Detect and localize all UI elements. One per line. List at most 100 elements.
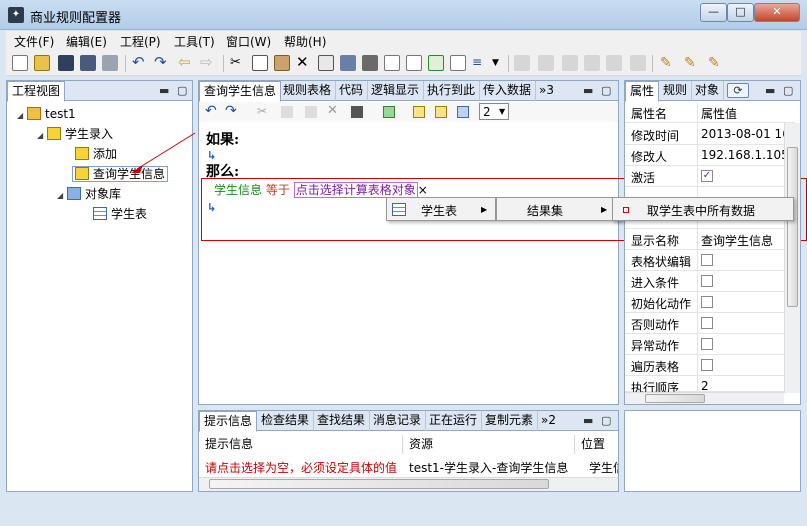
prop-row-traverse-table[interactable]: 遍历表格 [625, 355, 795, 376]
tab-input-data[interactable]: 传入数据 [479, 81, 537, 101]
exception-action-checkbox[interactable] [701, 338, 713, 350]
properties-horizontal-scrollbar[interactable] [625, 392, 784, 404]
menu-item-get-all-student-data[interactable]: 取学生表中所有数据 [647, 202, 755, 219]
table-edit-checkbox[interactable] [701, 254, 713, 266]
tab-objects[interactable]: 对象 [691, 81, 725, 101]
doc-check-icon[interactable] [406, 55, 422, 71]
messages-horizontal-scrollbar[interactable] [199, 477, 618, 491]
indent-icon[interactable]: ≡ [472, 55, 488, 71]
tab-copy-elements[interactable]: 复制元素 [481, 411, 539, 431]
prop-row-active[interactable]: 激活 ✓ [625, 166, 795, 187]
merge-icon[interactable] [630, 55, 646, 71]
tab-rule-table[interactable]: 规则表格 [279, 81, 337, 101]
scrollbar-thumb[interactable] [645, 394, 705, 403]
minimize-button[interactable]: — [700, 3, 727, 22]
prop-row-exec-order[interactable]: 执行顺序 2 [625, 376, 795, 395]
cut-icon[interactable]: ✂ [257, 104, 267, 118]
prop-row-table-edit[interactable]: 表格状编辑 [625, 250, 795, 271]
copy-icon[interactable] [252, 55, 268, 71]
entry-condition-checkbox[interactable] [701, 275, 713, 287]
tree-node-root[interactable]: ◢ test1 [17, 105, 76, 123]
minimize-panel-icon[interactable]: ▬ [583, 414, 593, 427]
cut-icon[interactable]: ✂ [230, 55, 246, 71]
tool-a-icon[interactable]: ✎ [660, 55, 676, 71]
minimize-panel-icon[interactable]: ▬ [583, 84, 593, 97]
maximize-panel-icon[interactable]: ▢ [783, 84, 793, 97]
column-header-message[interactable]: 提示信息 [199, 435, 403, 454]
message-cell[interactable]: 请点击选择为空，必须设定具体的值 [199, 459, 403, 477]
refresh-icon[interactable] [383, 106, 395, 118]
redo-icon[interactable]: ↷ [225, 103, 237, 119]
menu-edit[interactable]: 编辑(E) [66, 33, 107, 50]
properties-icon[interactable] [318, 55, 334, 71]
maximize-panel-icon[interactable]: ▢ [177, 84, 187, 97]
scrollbar-thumb[interactable] [209, 479, 549, 489]
level-dropdown[interactable]: 2 ▼ [479, 103, 509, 120]
save-icon[interactable] [58, 55, 74, 71]
minimize-panel-icon[interactable]: ▬ [159, 84, 169, 97]
tab-properties[interactable]: 属性 [625, 81, 660, 102]
refresh-icon[interactable] [428, 55, 444, 71]
tab-query-student[interactable]: 查询学生信息 [199, 81, 282, 102]
menu-project[interactable]: 工程(P) [120, 33, 161, 50]
compare-icon[interactable] [606, 55, 622, 71]
prop-row-modifier[interactable]: 修改人 192.168.1.105 [625, 145, 795, 166]
close-button[interactable]: ✕ [754, 3, 800, 22]
report-icon[interactable] [384, 55, 400, 71]
column-header-location[interactable]: 位置 [575, 435, 618, 454]
new-file-icon[interactable] [12, 55, 28, 71]
minimize-panel-icon[interactable]: ▬ [765, 84, 775, 97]
indent-dropdown-icon[interactable]: ▼ [492, 55, 508, 71]
tree-node-student-table[interactable]: 学生表 [93, 205, 147, 223]
page-list-icon[interactable] [435, 106, 447, 118]
tree-node-add[interactable]: 添加 [75, 145, 117, 163]
scrollbar-thumb[interactable] [787, 147, 798, 307]
traverse-table-checkbox[interactable] [701, 359, 713, 371]
tab-code[interactable]: 代码 [335, 81, 369, 101]
menu-window[interactable]: 窗口(W) [226, 33, 271, 50]
menu-help[interactable]: 帮助(H) [284, 33, 326, 50]
menu-item-student-table[interactable]: 学生表 [421, 202, 457, 219]
tab-overflow[interactable]: »3 [535, 81, 558, 101]
download-icon[interactable] [584, 55, 600, 71]
expand-triangle-icon[interactable]: ◢ [57, 187, 67, 205]
undo-icon[interactable]: ↶ [205, 103, 217, 119]
menu-tools[interactable]: 工具(T) [174, 33, 215, 50]
maximize-panel-icon[interactable]: ▢ [601, 414, 611, 427]
tab-search-results[interactable]: 查找结果 [313, 411, 371, 431]
export-icon[interactable] [450, 55, 466, 71]
open-folder-icon[interactable] [34, 55, 50, 71]
resource-cell[interactable]: test1-学生录入-查询学生信息 [403, 459, 583, 477]
tab-running[interactable]: 正在运行 [425, 411, 483, 431]
tree-node-object-lib[interactable]: ◢ 对象库 [57, 185, 121, 203]
delete-icon[interactable]: ✕ [296, 55, 312, 71]
prop-row-exception-action[interactable]: 异常动作 [625, 334, 795, 355]
forward-arrow-icon[interactable]: ⇨ [200, 55, 216, 71]
tab-overflow[interactable]: »2 [537, 411, 560, 431]
prop-row-else-action[interactable]: 否则动作 [625, 313, 795, 334]
tab-rules[interactable]: 规则 [659, 81, 693, 101]
properties-icon[interactable] [351, 106, 363, 118]
tab-project-view[interactable]: 工程视图 [7, 81, 66, 102]
print-icon[interactable] [102, 55, 118, 71]
init-action-checkbox[interactable] [701, 296, 713, 308]
delete-icon[interactable]: ✕ [327, 103, 338, 118]
save-all-icon[interactable] [80, 55, 96, 71]
maximize-button[interactable]: □ [727, 3, 754, 22]
sync-icon[interactable]: ⟳ [727, 83, 749, 98]
find-icon[interactable] [362, 55, 378, 71]
back-arrow-icon[interactable]: ⇦ [178, 55, 194, 71]
build-icon[interactable] [514, 55, 530, 71]
menu-file[interactable]: 文件(F) [14, 33, 54, 50]
tab-message-log[interactable]: 消息记录 [369, 411, 427, 431]
tab-check-results[interactable]: 检查结果 [257, 411, 315, 431]
upload-icon[interactable] [562, 55, 578, 71]
active-checkbox[interactable]: ✓ [701, 170, 713, 182]
redo-icon[interactable]: ↷ [154, 55, 170, 71]
else-action-checkbox[interactable] [701, 317, 713, 329]
check-icon[interactable] [457, 106, 469, 118]
tool-b-icon[interactable]: ✎ [684, 55, 700, 71]
tool-c-icon[interactable]: ✎ [708, 55, 724, 71]
copy-icon[interactable] [281, 106, 293, 118]
paste-icon[interactable] [274, 55, 290, 71]
